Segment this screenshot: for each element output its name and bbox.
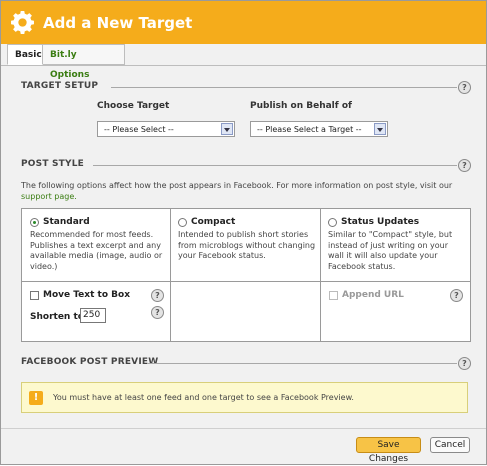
- shorten-to-input[interactable]: 250: [80, 308, 106, 323]
- divider: [170, 209, 171, 341]
- help-icon[interactable]: ?: [151, 289, 164, 302]
- append-url-label: Append URL: [342, 290, 404, 300]
- divider: [111, 87, 457, 88]
- publish-on-behalf-label: Publish on Behalf of: [250, 101, 352, 111]
- footer-divider: [1, 428, 486, 429]
- warning-icon: !: [29, 391, 43, 405]
- title-bar: Add a New Target: [1, 1, 486, 45]
- divider: [320, 209, 321, 341]
- facebook-preview-message: You must have at least one feed and one …: [53, 393, 354, 402]
- gear-icon: [11, 11, 34, 34]
- target-setup-heading: TARGET SETUP: [21, 81, 99, 91]
- tab-bitly-options[interactable]: Bit.ly Options: [43, 44, 125, 80]
- chevron-down-icon: [221, 123, 233, 135]
- cancel-button[interactable]: Cancel: [430, 437, 470, 453]
- choose-target-label: Choose Target: [97, 101, 170, 111]
- status-updates-radio[interactable]: [328, 218, 337, 227]
- dialog-title: Add a New Target: [43, 14, 193, 32]
- facebook-preview-notice: ! You must have at least one feed and on…: [21, 382, 468, 413]
- move-text-label: Move Text to Box: [43, 290, 130, 300]
- help-icon[interactable]: ?: [458, 357, 471, 370]
- facebook-preview-heading: FACEBOOK POST PREVIEW: [21, 357, 159, 367]
- help-icon[interactable]: ?: [458, 81, 471, 94]
- help-icon[interactable]: ?: [151, 306, 164, 319]
- compact-radio[interactable]: [178, 218, 187, 227]
- tab-bar: Basic Bit.ly Options: [1, 44, 486, 80]
- append-url-checkbox[interactable]: [329, 291, 338, 300]
- post-style-description: The following options affect how the pos…: [21, 180, 461, 202]
- post-style-options: Standard Recommended for most feeds. Pub…: [21, 208, 471, 342]
- post-style-heading: POST STYLE: [21, 159, 85, 169]
- add-target-dialog: Add a New Target Basic Bit.ly Options TA…: [0, 0, 487, 465]
- standard-title: Standard: [43, 217, 90, 227]
- status-updates-title: Status Updates: [341, 217, 420, 227]
- shorten-to-label: Shorten to: [30, 312, 84, 322]
- divider: [147, 363, 457, 364]
- divider: [22, 281, 470, 282]
- tab-basic[interactable]: Basic: [7, 44, 43, 65]
- publish-on-behalf-value: -- Please Select a Target --: [257, 125, 362, 134]
- standard-radio[interactable]: [30, 218, 39, 227]
- chevron-down-icon: [374, 123, 386, 135]
- move-text-checkbox[interactable]: [30, 291, 39, 300]
- save-changes-button[interactable]: Save Changes: [356, 437, 421, 464]
- status-updates-description: Similar to "Compact" style, but instead …: [328, 230, 453, 271]
- standard-description: Recommended for most feeds. Publishes a …: [30, 230, 163, 271]
- help-icon[interactable]: ?: [450, 289, 463, 302]
- support-page-link[interactable]: support page.: [21, 192, 77, 201]
- choose-target-select[interactable]: -- Please Select --: [97, 121, 235, 137]
- choose-target-value: -- Please Select --: [104, 125, 174, 134]
- compact-title: Compact: [191, 217, 236, 227]
- publish-on-behalf-select[interactable]: -- Please Select a Target --: [250, 121, 388, 137]
- divider: [93, 165, 457, 166]
- post-style-description-text: The following options affect how the pos…: [21, 181, 453, 190]
- compact-description: Intended to publish short stories from m…: [178, 230, 316, 260]
- help-icon[interactable]: ?: [458, 159, 471, 172]
